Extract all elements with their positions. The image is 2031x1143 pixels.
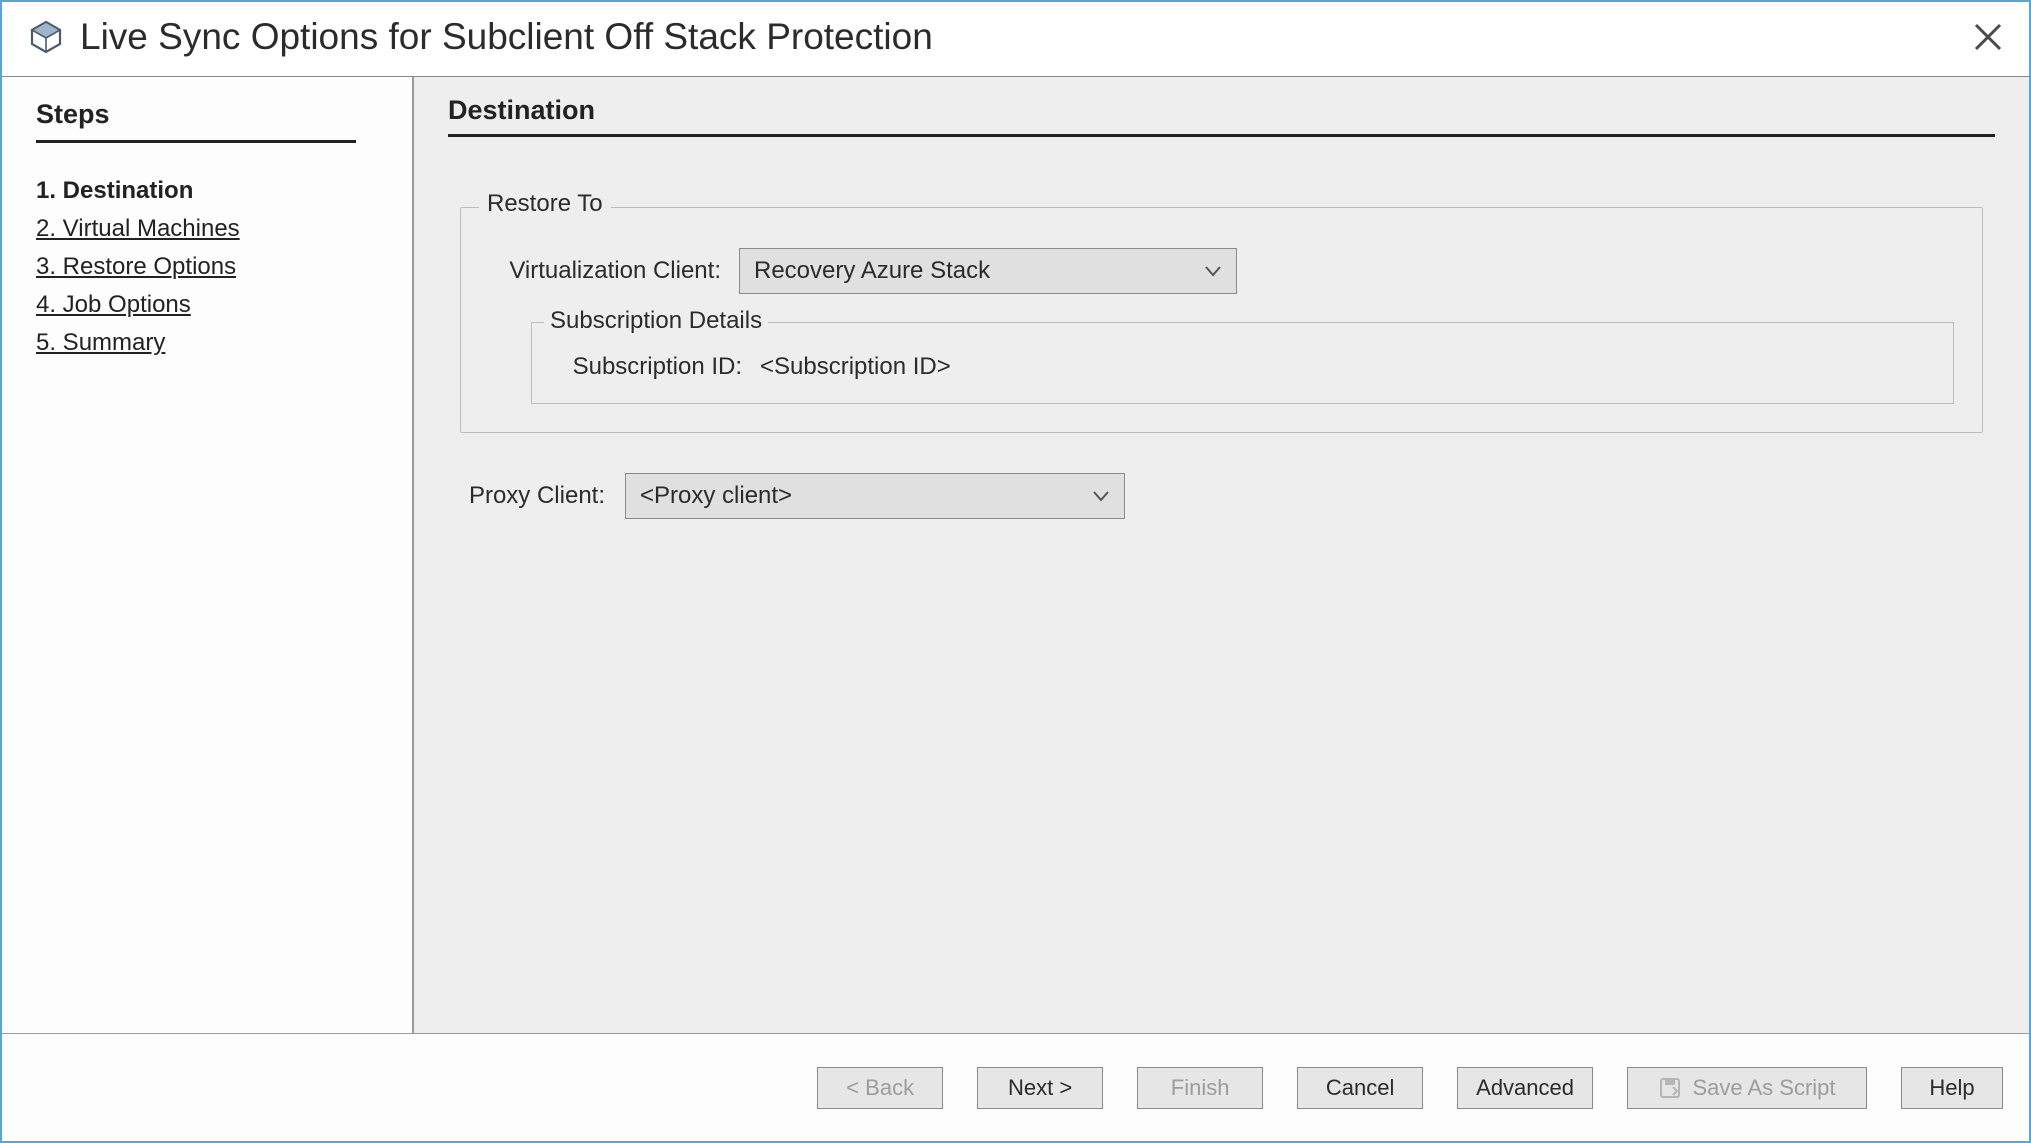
virtualization-client-label: Virtualization Client: [489, 257, 739, 285]
step-job-options[interactable]: 4. Job Options [36, 291, 378, 319]
restore-to-fieldset: Restore To Virtualization Client: Recove… [460, 207, 1983, 433]
subscription-id-value: <Subscription ID> [760, 353, 951, 381]
body-area: Steps 1. Destination 2. Virtual Machines… [2, 76, 2029, 1033]
close-button[interactable] [1969, 18, 2007, 56]
proxy-client-row: Proxy Client: <Proxy client> [448, 473, 1995, 519]
subscription-id-row: Subscription ID: <Subscription ID> [560, 353, 1925, 381]
subscription-details-fieldset: Subscription Details Subscription ID: <S… [531, 322, 1954, 404]
dialog-window: Live Sync Options for Subclient Off Stac… [0, 0, 2031, 1143]
panel-heading: Destination [448, 95, 1995, 137]
footer: < Back Next > Finish Cancel Advanced Sav… [2, 1033, 2029, 1141]
advanced-button[interactable]: Advanced [1457, 1067, 1593, 1109]
steps-sidebar: Steps 1. Destination 2. Virtual Machines… [2, 77, 414, 1033]
step-restore-options[interactable]: 3. Restore Options [36, 253, 378, 281]
back-button[interactable]: < Back [817, 1067, 943, 1109]
restore-to-legend: Restore To [479, 190, 611, 218]
help-button[interactable]: Help [1901, 1067, 2003, 1109]
finish-button[interactable]: Finish [1137, 1067, 1263, 1109]
close-icon [1972, 21, 2004, 53]
app-icon [28, 19, 64, 55]
step-virtual-machines[interactable]: 2. Virtual Machines [36, 215, 378, 243]
step-destination[interactable]: 1. Destination [36, 177, 378, 205]
proxy-client-dropdown[interactable]: <Proxy client> [625, 473, 1125, 519]
main-panel: Destination Restore To Virtualization Cl… [414, 77, 2029, 1033]
steps-heading: Steps [36, 99, 356, 143]
save-script-icon [1658, 1076, 1682, 1100]
virtualization-client-row: Virtualization Client: Recovery Azure St… [489, 248, 1954, 294]
dialog-title: Live Sync Options for Subclient Off Stac… [80, 16, 1969, 58]
titlebar: Live Sync Options for Subclient Off Stac… [2, 2, 2029, 76]
proxy-client-value: <Proxy client> [640, 482, 1092, 510]
save-as-script-label: Save As Script [1692, 1075, 1835, 1101]
subscription-details-legend: Subscription Details [544, 307, 768, 335]
cancel-button[interactable]: Cancel [1297, 1067, 1423, 1109]
virtualization-client-dropdown[interactable]: Recovery Azure Stack [739, 248, 1237, 294]
chevron-down-icon [1204, 262, 1222, 280]
subscription-id-label: Subscription ID: [560, 353, 760, 381]
next-button[interactable]: Next > [977, 1067, 1103, 1109]
chevron-down-icon [1092, 487, 1110, 505]
save-as-script-button[interactable]: Save As Script [1627, 1067, 1867, 1109]
proxy-client-label: Proxy Client: [460, 482, 625, 510]
virtualization-client-value: Recovery Azure Stack [754, 257, 1204, 285]
step-summary[interactable]: 5. Summary [36, 329, 378, 357]
